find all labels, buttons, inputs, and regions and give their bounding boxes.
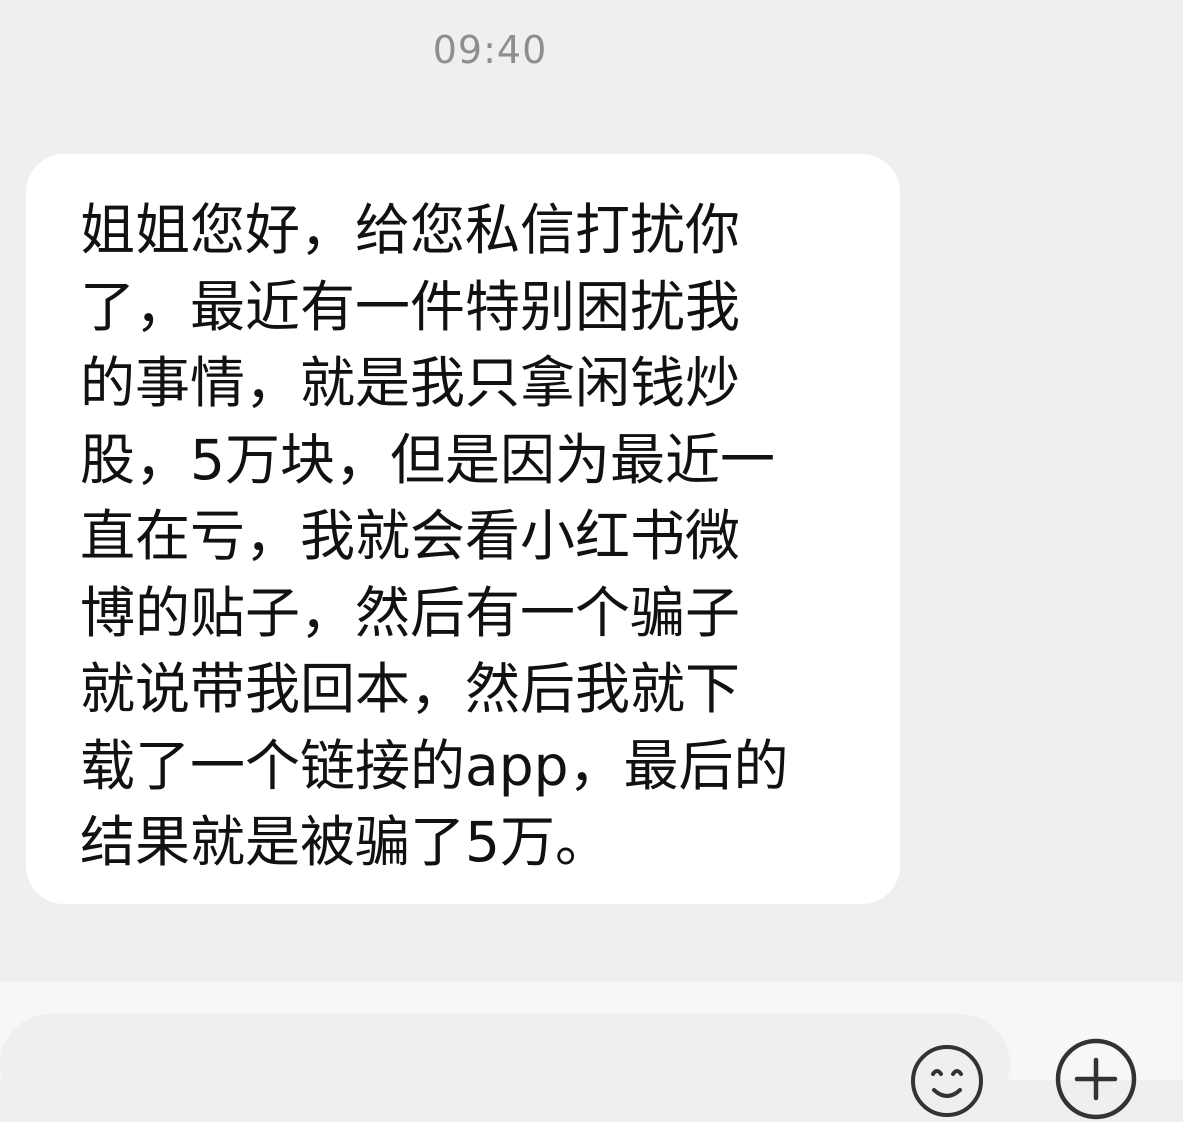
incoming-message-bubble[interactable]: 姐姐您好，给您私信打扰你 了，最近有一件特别困扰我 的事情，就是我只拿闲钱炒 股… — [26, 154, 900, 904]
message-timestamp: 09:40 — [432, 28, 548, 72]
message-text: 姐姐您好，给您私信打扰你 了，最近有一件特别困扰我 的事情，就是我只拿闲钱炒 股… — [80, 198, 789, 874]
emoji-icon[interactable] — [908, 1042, 986, 1120]
input-bar — [0, 982, 1183, 1120]
message-input[interactable] — [0, 1014, 1010, 1114]
chat-area: 09:40 姐姐您好，给您私信打扰你 了，最近有一件特别困扰我 的事情，就是我只… — [0, 0, 1183, 982]
plus-icon[interactable] — [1053, 1036, 1139, 1122]
